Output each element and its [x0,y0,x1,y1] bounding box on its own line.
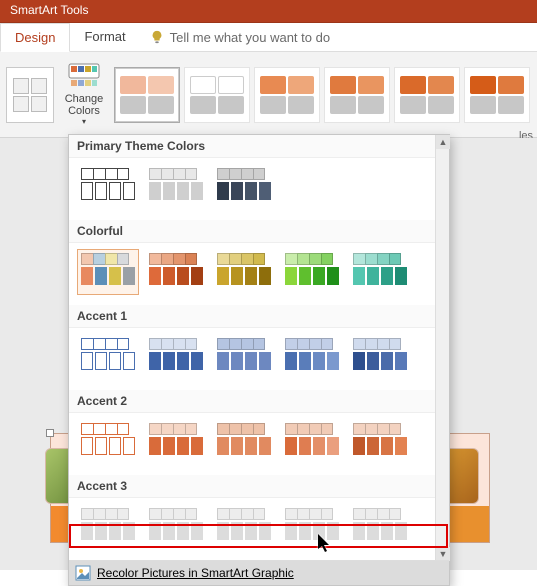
ribbon: Change Colors ▾ les [0,52,537,138]
color-swatch[interactable] [281,334,343,380]
color-swatch[interactable] [77,504,139,550]
dropdown-arrow-icon: ▾ [82,117,86,126]
color-section-header: Primary Theme Colors [69,135,449,158]
recolor-icon [75,565,91,581]
color-section-row [69,413,449,475]
color-swatch[interactable] [213,504,275,550]
color-swatch[interactable] [77,164,139,210]
color-swatch[interactable] [213,164,275,210]
smartart-styles-gallery [114,67,531,123]
color-section-row [69,158,449,220]
change-colors-button[interactable]: Change Colors ▾ [60,58,108,132]
color-swatch[interactable] [145,164,207,210]
change-colors-dropdown: ▲ ▼ Primary Theme Colors Colorful Accent 1… [68,134,450,586]
color-swatch[interactable] [213,249,275,295]
tell-me-label: Tell me what you want to do [170,30,330,45]
recolor-pictures-button[interactable]: Recolor Pictures in SmartArt Graphic [69,560,449,585]
style-gallery-item[interactable] [324,67,390,123]
color-swatch[interactable] [349,419,411,465]
color-section-row [69,328,449,390]
change-colors-label: Change Colors [60,93,108,117]
color-section-header: Accent 3 [69,475,449,498]
color-swatch[interactable] [77,249,139,295]
tab-row: Design Format Tell me what you want to d… [0,23,537,52]
scroll-down-icon[interactable]: ▼ [436,547,450,561]
change-colors-icon [68,63,100,91]
context-tab-title: SmartArt Tools [0,0,537,23]
recolor-pictures-label: Recolor Pictures in SmartArt Graphic [97,566,294,580]
color-swatch[interactable] [349,504,411,550]
dropdown-scrollbar[interactable]: ▲ ▼ [435,135,449,561]
color-section-header: Colorful [69,220,449,243]
color-swatch[interactable] [349,249,411,295]
scroll-up-icon[interactable]: ▲ [436,135,450,149]
style-gallery-item[interactable] [254,67,320,123]
lightbulb-icon [150,30,164,44]
style-gallery-item[interactable] [184,67,250,123]
color-section-header: Accent 2 [69,390,449,413]
style-gallery-item[interactable] [114,67,180,123]
color-swatch[interactable] [281,419,343,465]
color-swatch[interactable] [77,419,139,465]
tab-design[interactable]: Design [0,23,70,52]
color-swatch[interactable] [145,334,207,380]
color-swatch[interactable] [213,419,275,465]
mouse-cursor [318,534,332,554]
color-section-header: Accent 1 [69,305,449,328]
color-swatch[interactable] [145,249,207,295]
tell-me-search[interactable]: Tell me what you want to do [140,23,340,51]
color-swatch[interactable] [349,334,411,380]
color-swatch[interactable] [213,334,275,380]
style-gallery-item[interactable] [394,67,460,123]
tab-format[interactable]: Format [70,23,139,51]
layout-gallery-item[interactable] [6,67,54,123]
color-section-row [69,243,449,305]
color-section-row [69,498,449,560]
color-swatch[interactable] [145,504,207,550]
color-swatch[interactable] [281,504,343,550]
color-swatch[interactable] [281,249,343,295]
resize-handle[interactable] [46,429,54,437]
color-swatch[interactable] [77,334,139,380]
color-swatch[interactable] [145,419,207,465]
style-gallery-item[interactable] [464,67,530,123]
